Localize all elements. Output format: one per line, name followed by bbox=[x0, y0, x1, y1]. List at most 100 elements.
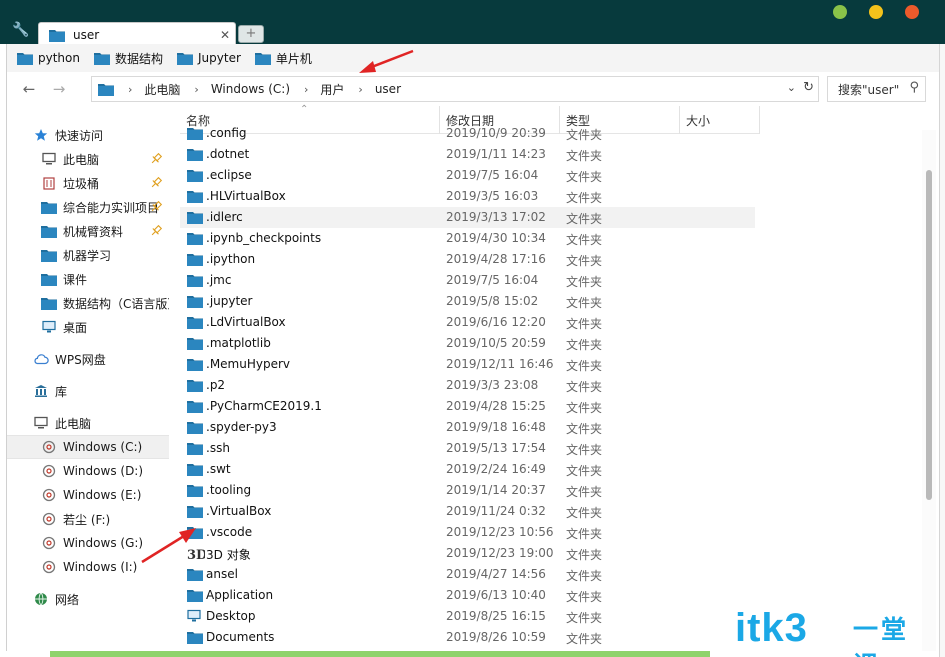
file-row[interactable]: .ipynb_checkpoints 2019/4/30 10:34 文件夹 bbox=[180, 228, 755, 249]
nav-item-网络[interactable]: 网络 bbox=[7, 587, 169, 611]
file-row[interactable]: .ssh 2019/5/13 17:54 文件夹 bbox=[180, 438, 755, 459]
navigation-pane: 快速访问 此电脑 垃圾桶 综合能力实训项目 机械臂资料 机器学习 课件 数据结构（C语言版）桌… bbox=[6, 106, 169, 651]
pin-icon[interactable] bbox=[149, 152, 163, 166]
pin-icon[interactable] bbox=[149, 224, 163, 238]
vertical-scrollbar[interactable] bbox=[922, 130, 936, 651]
file-row[interactable]: .HLVirtualBox 2019/3/5 16:03 文件夹 bbox=[180, 186, 755, 207]
file-row[interactable]: .eclipse 2019/7/5 16:04 文件夹 bbox=[180, 165, 755, 186]
nav-item-机械臂资料[interactable]: 机械臂资料 bbox=[7, 219, 169, 243]
nav-item-此电脑[interactable]: 此电脑 bbox=[7, 411, 169, 435]
new-tab-button[interactable]: + bbox=[238, 25, 264, 43]
folder-icon bbox=[187, 336, 203, 351]
file-date: 2019/4/28 17:16 bbox=[446, 252, 546, 266]
file-row[interactable]: .p2 2019/3/3 23:08 文件夹 bbox=[180, 375, 755, 396]
back-button[interactable]: ← bbox=[19, 80, 39, 98]
file-row[interactable]: .MemuHyperv 2019/12/11 16:46 文件夹 bbox=[180, 354, 755, 375]
file-name: .dotnet bbox=[206, 147, 250, 161]
nav-item-桌面[interactable]: 桌面 bbox=[7, 315, 169, 339]
pin-icon[interactable] bbox=[149, 176, 163, 190]
nav-item-windows-d[interactable]: Windows (D:) bbox=[7, 459, 169, 483]
file-name: .VirtualBox bbox=[206, 504, 272, 518]
file-type: 文件夹 bbox=[566, 254, 603, 268]
breadcrumb-drive-c[interactable]: Windows (C:) bbox=[211, 82, 290, 96]
file-row[interactable]: .tooling 2019/1/14 20:37 文件夹 bbox=[180, 480, 755, 501]
bookmark-python[interactable]: python bbox=[17, 51, 80, 65]
file-row[interactable]: .matplotlib 2019/10/5 20:59 文件夹 bbox=[180, 333, 755, 354]
breadcrumb-this-pc[interactable]: 此电脑 bbox=[144, 81, 180, 98]
bookmark-jupyter[interactable]: Jupyter bbox=[177, 51, 241, 65]
file-date: 2019/6/13 10:40 bbox=[446, 588, 546, 602]
file-date: 2019/7/5 16:04 bbox=[446, 168, 539, 182]
file-row[interactable]: ansel 2019/4/27 14:56 文件夹 bbox=[180, 564, 755, 585]
file-row[interactable]: .vscode 2019/12/23 10:56 文件夹 bbox=[180, 522, 755, 543]
desktop-icon bbox=[41, 319, 57, 335]
file-row[interactable]: .VirtualBox 2019/11/24 0:32 文件夹 bbox=[180, 501, 755, 522]
file-row[interactable]: .config 2019/10/9 20:39 文件夹 bbox=[180, 124, 755, 144]
address-bar[interactable]: › 此电脑 › Windows (C:) › 用户 › user ⌄ ↻ bbox=[91, 76, 819, 102]
file-name: .PyCharmCE2019.1 bbox=[206, 399, 322, 413]
search-box[interactable]: 搜索"user" ⚲ bbox=[827, 76, 926, 102]
file-name: .ipython bbox=[206, 252, 256, 266]
monitor-icon bbox=[41, 151, 57, 167]
file-type: 文件夹 bbox=[566, 170, 603, 184]
breadcrumb-user[interactable]: user bbox=[375, 82, 401, 96]
file-row[interactable]: 3D 3D 对象 2019/12/23 19:00 文件夹 bbox=[180, 543, 755, 564]
file-date: 2019/5/8 15:02 bbox=[446, 294, 539, 308]
wrench-icon[interactable]: 🔧 bbox=[10, 20, 32, 40]
close-window-button[interactable] bbox=[905, 5, 919, 19]
nav-item-windows-e[interactable]: Windows (E:) bbox=[7, 483, 169, 507]
file-row[interactable]: .spyder-py3 2019/9/18 16:48 文件夹 bbox=[180, 417, 755, 438]
bookmark-mcu[interactable]: 单片机 bbox=[254, 50, 312, 67]
search-placeholder: 搜索"user" bbox=[838, 82, 900, 97]
nav-item-label: 数据结构（C语言版） bbox=[63, 296, 169, 311]
nav-item-数据结构-c语言版[interactable]: 数据结构（C语言版） bbox=[7, 291, 169, 315]
file-row[interactable]: .LdVirtualBox 2019/6/16 12:20 文件夹 bbox=[180, 312, 755, 333]
folder-icon bbox=[98, 84, 114, 96]
folder-icon bbox=[187, 441, 203, 456]
close-icon[interactable]: ✕ bbox=[215, 28, 235, 42]
file-row[interactable]: .dotnet 2019/1/11 14:23 文件夹 bbox=[180, 144, 755, 165]
tab-user[interactable]: user ✕ bbox=[38, 22, 236, 46]
folder-icon bbox=[187, 273, 203, 288]
watermark-logo: itk3 一堂课 bbox=[735, 606, 935, 657]
folder-icon bbox=[17, 53, 33, 65]
search-icon[interactable]: ⚲ bbox=[909, 80, 919, 95]
breadcrumb-users[interactable]: 用户 bbox=[320, 81, 344, 98]
minimize-button[interactable] bbox=[869, 5, 883, 19]
file-row[interactable]: .jmc 2019/7/5 16:04 文件夹 bbox=[180, 270, 755, 291]
nav-item-机器学习[interactable]: 机器学习 bbox=[7, 243, 169, 267]
annotation-arrow-vscode bbox=[141, 528, 196, 564]
file-row[interactable]: .jupyter 2019/5/8 15:02 文件夹 bbox=[180, 291, 755, 312]
nav-item-课件[interactable]: 课件 bbox=[7, 267, 169, 291]
file-row[interactable]: Application 2019/6/13 10:40 文件夹 bbox=[180, 585, 755, 606]
folder-icon bbox=[187, 399, 203, 414]
file-row[interactable]: Desktop 2019/8/25 16:15 文件夹 bbox=[180, 606, 755, 627]
chevron-down-icon[interactable]: ⌄ bbox=[787, 81, 796, 94]
file-row[interactable]: .ipython 2019/4/28 17:16 文件夹 bbox=[180, 249, 755, 270]
forward-button[interactable]: → bbox=[49, 80, 69, 98]
nav-item-此电脑[interactable]: 此电脑 bbox=[7, 147, 169, 171]
file-row[interactable]: .swt 2019/2/24 16:49 文件夹 bbox=[180, 459, 755, 480]
file-date: 2019/1/14 20:37 bbox=[446, 483, 546, 497]
file-row[interactable]: Documents 2019/8/26 10:59 文件夹 bbox=[180, 627, 755, 648]
folder-icon bbox=[187, 315, 203, 330]
maximize-button[interactable] bbox=[833, 5, 847, 19]
nav-item-综合能力实训项目[interactable]: 综合能力实训项目 bbox=[7, 195, 169, 219]
nav-item-库[interactable]: 库 bbox=[7, 379, 169, 403]
nav-item-快速访问[interactable]: 快速访问 bbox=[7, 123, 169, 147]
file-date: 2019/3/3 23:08 bbox=[446, 378, 539, 392]
nav-item-垃圾桶[interactable]: 垃圾桶 bbox=[7, 171, 169, 195]
folder-icon bbox=[187, 252, 203, 267]
scrollbar-thumb[interactable] bbox=[926, 170, 932, 500]
folder-icon bbox=[254, 53, 271, 65]
bookmark-bar: python 数据结构 Jupyter 单片机 bbox=[6, 44, 939, 72]
bookmark-data-structures[interactable]: 数据结构 bbox=[93, 50, 163, 67]
nav-item-windows-c[interactable]: Windows (C:) bbox=[7, 435, 169, 459]
folder-icon bbox=[177, 53, 193, 65]
pin-icon[interactable] bbox=[149, 200, 163, 214]
nav-item-wps网盘[interactable]: WPS网盘 bbox=[7, 347, 169, 371]
file-row[interactable]: .idlerc 2019/3/13 17:02 文件夹 bbox=[180, 207, 755, 228]
refresh-icon[interactable]: ↻ bbox=[803, 80, 814, 95]
file-row[interactable]: .PyCharmCE2019.1 2019/4/28 15:25 文件夹 bbox=[180, 396, 755, 417]
file-name: Documents bbox=[206, 630, 275, 644]
